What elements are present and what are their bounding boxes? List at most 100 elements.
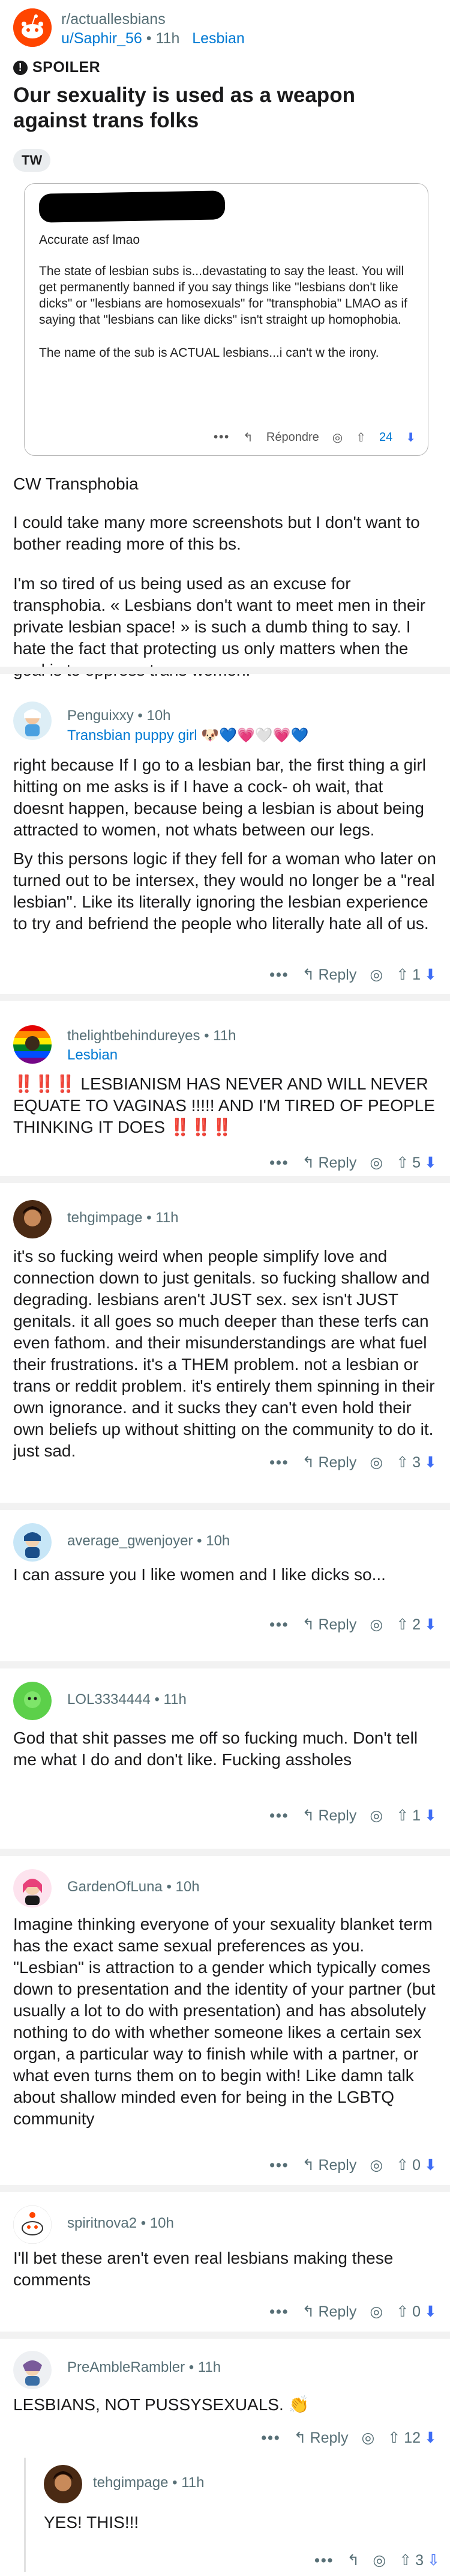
upvote-button[interactable]: ⇧ — [396, 1616, 409, 1634]
comment-meta: average_gwenjoyer • 10h — [67, 1533, 230, 1549]
comment-time: 11h — [213, 1028, 236, 1044]
downvote-button[interactable]: ⬇ — [424, 1154, 437, 1172]
post-body-cw: CW Transphobia — [13, 474, 139, 493]
award-button[interactable]: ◎ — [361, 2429, 374, 2447]
comment-text: it's so fucking weird when people simpli… — [13, 1247, 435, 1460]
post-flair-tag[interactable]: TW — [13, 149, 51, 172]
spoiler-badge: ! SPOILER — [13, 59, 100, 76]
subreddit-avatar[interactable] — [13, 8, 52, 47]
comment-score: 1 — [412, 1807, 421, 1824]
reply-icon: ↰ — [302, 1454, 315, 1471]
reply-button[interactable]: ↰ Reply — [302, 2303, 356, 2321]
screenshot-comment-para: The state of lesbian subs is...devastati… — [39, 264, 407, 327]
upvote-button[interactable]: ⇧ — [396, 2156, 409, 2174]
downvote-button[interactable]: ⬇ — [424, 2156, 437, 2174]
reply-icon: ↰ — [302, 1616, 315, 1633]
avatar[interactable] — [13, 2351, 52, 2389]
reply-button[interactable]: ↰ Reply — [302, 2156, 356, 2174]
upvote-button[interactable]: ⇧ — [396, 2303, 409, 2321]
post-body-paragraph: I'm so tired of us being used as an excu… — [13, 574, 426, 679]
post-body-paragraph: I could take many more screenshots but I… — [13, 513, 420, 553]
reply-button[interactable]: ↰ Reply — [302, 1616, 356, 1634]
upvote-button[interactable]: ⇧ — [396, 966, 409, 984]
avatar[interactable] — [13, 702, 52, 740]
more-button[interactable]: ••• — [269, 1807, 289, 1825]
downvote-button[interactable]: ⬇ — [424, 966, 437, 984]
more-button[interactable]: ••• — [269, 2157, 289, 2174]
comment-author[interactable]: PreAmbleRambler — [67, 2359, 185, 2375]
separator-dot: • — [146, 30, 152, 47]
avatar[interactable] — [13, 1523, 52, 1562]
more-button[interactable]: ••• — [269, 1616, 289, 1634]
more-icon: ••• — [214, 431, 230, 444]
reply-icon: ↰ — [302, 2157, 315, 2174]
section-divider — [0, 994, 450, 1001]
comment-actions: ••• ↰ Reply ◎ ⇧ 12 ⬇ — [261, 2429, 437, 2447]
award-button[interactable]: ◎ — [370, 1807, 383, 1825]
embedded-screenshot[interactable]: Accurate asf lmao The state of lesbian s… — [24, 183, 428, 456]
award-button[interactable]: ◎ — [370, 966, 383, 984]
award-button[interactable]: ◎ — [370, 1154, 383, 1172]
award-button[interactable]: ◎ — [370, 1453, 383, 1471]
comment-score: 3 — [412, 1453, 421, 1471]
downvote-button[interactable]: ⇩ — [427, 2551, 440, 2569]
downvote-button[interactable]: ⬇ — [424, 2303, 437, 2321]
reply-icon: ↰ — [293, 2429, 307, 2446]
comment-author[interactable]: average_gwenjoyer — [67, 1533, 193, 1549]
section-divider — [0, 2332, 450, 2339]
post-author[interactable]: u/Saphir_56 — [61, 30, 142, 47]
comment-author[interactable]: spiritnova2 — [67, 2215, 137, 2231]
more-button[interactable]: ••• — [269, 1454, 289, 1471]
award-icon: ◎ — [332, 431, 343, 444]
avatar[interactable] — [13, 1869, 52, 1908]
upvote-button[interactable]: ⇧ — [388, 2429, 400, 2447]
award-button[interactable]: ◎ — [370, 2156, 383, 2174]
reply-button[interactable]: ↰ Reply — [302, 1154, 356, 1172]
comment-author[interactable]: thelightbehindureyes — [67, 1028, 200, 1044]
avatar[interactable] — [13, 1200, 52, 1238]
avatar[interactable] — [44, 2465, 82, 2503]
more-button[interactable]: ••• — [314, 2552, 334, 2569]
comment-actions: ••• ↰ Reply ◎ ⇧ 0 ⬇ — [269, 2303, 437, 2321]
reply-button[interactable]: ↰ Reply — [294, 2429, 349, 2447]
screenshot-score: 24 — [379, 431, 393, 444]
comment-author[interactable]: LOL3334444 — [67, 1691, 151, 1708]
downvote-button[interactable]: ⬇ — [424, 2429, 437, 2447]
comment-meta: PreAmbleRambler • 11h — [67, 2359, 221, 2375]
reply-button[interactable]: ↰ Reply — [302, 1807, 356, 1825]
comment-author[interactable]: GardenOfLuna — [67, 1879, 163, 1895]
award-button[interactable]: ◎ — [370, 2303, 383, 2321]
comment-score: 5 — [412, 1154, 421, 1171]
comment-author[interactable]: Penguixxy — [67, 708, 134, 724]
reply-icon[interactable]: ↰ — [347, 2551, 359, 2569]
more-button[interactable]: ••• — [261, 2429, 280, 2447]
subreddit-name[interactable]: r/actuallesbians — [61, 11, 166, 28]
reply-icon: ↰ — [302, 966, 315, 983]
post-meta: u/Saphir_56 • 11h Lesbian — [61, 30, 245, 47]
more-button[interactable]: ••• — [269, 966, 289, 984]
reply-button[interactable]: ↰ Reply — [302, 1453, 356, 1471]
downvote-button[interactable]: ⬇ — [424, 1616, 437, 1634]
upvote-button[interactable]: ⇧ — [396, 1807, 409, 1825]
award-button[interactable]: ◎ — [370, 1616, 383, 1634]
downvote-button[interactable]: ⬇ — [424, 1453, 437, 1471]
avatar[interactable] — [13, 1025, 52, 1064]
upvote-button[interactable]: ⇧ — [399, 2551, 412, 2569]
comment-author[interactable]: tehgimpage — [93, 2474, 168, 2491]
downvote-button[interactable]: ⬇ — [424, 1807, 437, 1825]
more-button[interactable]: ••• — [269, 2303, 289, 2321]
reply-icon: ↰ — [302, 1807, 315, 1824]
comment-meta: spiritnova2 • 10h — [67, 2215, 174, 2231]
reply-button[interactable]: ↰ Reply — [302, 966, 356, 984]
upvote-button[interactable]: ⇧ — [396, 1154, 409, 1172]
award-button[interactable]: ◎ — [373, 2551, 386, 2569]
avatar[interactable] — [13, 1682, 52, 1720]
comment-meta: GardenOfLuna • 10h — [67, 1879, 200, 1895]
screenshot-actions: ••• ↰ Répondre ◎ ⇧ 24 ⬇ — [25, 430, 416, 445]
comment-author[interactable]: tehgimpage — [67, 1210, 142, 1226]
comment-score: 12 — [404, 2429, 421, 2446]
more-button[interactable]: ••• — [269, 1154, 289, 1172]
upvote-button[interactable]: ⇧ — [396, 1453, 409, 1471]
avatar[interactable] — [13, 2205, 52, 2244]
section-divider — [0, 1849, 450, 1856]
